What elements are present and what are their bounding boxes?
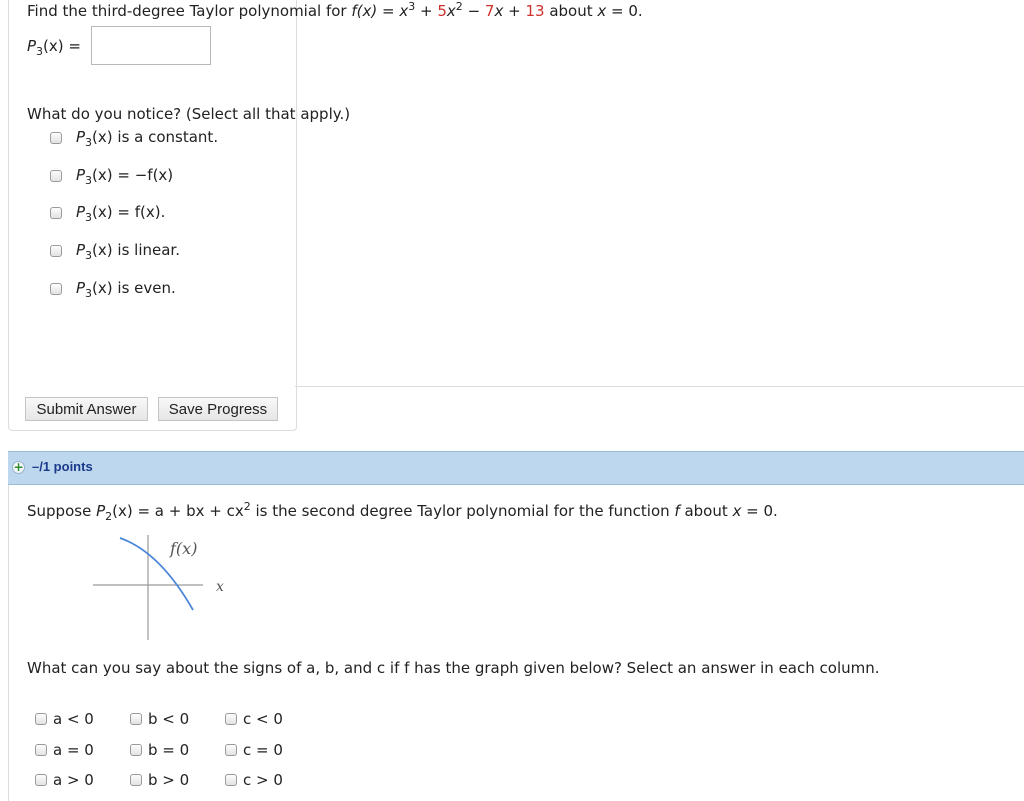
p-letter: P [76,240,86,259]
question-2-border [8,485,9,801]
checkbox[interactable] [35,713,47,725]
poly-text: (x) = a + bx + cx [112,502,244,520]
option-neg-f[interactable]: P3(x) = −f(x) [50,165,174,187]
checkbox[interactable] [50,132,62,144]
coef-5: 5 [437,2,447,20]
option-label: c < 0 [243,710,283,728]
fx-text: f(x) [351,2,378,20]
p-sub: 3 [85,210,93,224]
prompt-text: Find the third-degree Taylor polynomial … [27,2,352,20]
checkbox[interactable] [130,713,142,725]
option-label: b = 0 [148,741,190,759]
checkbox[interactable] [225,713,237,725]
checkbox[interactable] [130,744,142,756]
checkbox[interactable] [50,245,62,257]
x-term: x [597,2,607,20]
option-label: (x) = −f(x) [92,165,174,184]
points-bar: + –/1 points [8,451,1024,485]
option-label: a = 0 [53,741,94,759]
p-sub: 3 [85,173,93,187]
option-label: (x) = f(x). [92,202,166,221]
prompt-text: is the second degree Taylor polynomial f… [250,502,675,520]
option-label: c > 0 [243,771,283,789]
op: + [503,2,526,20]
p-sub: 3 [85,286,93,300]
p-letter: P [96,502,106,520]
p-letter: P [76,127,86,146]
option-even[interactable]: P3(x) is even. [50,278,176,300]
checkbox[interactable] [225,774,237,786]
p-sub: 3 [85,135,93,149]
option-label: (x) is even. [92,278,176,297]
option-label: (x) is a constant. [92,127,219,146]
p-letter: P [27,37,37,55]
points-label: –/1 points [32,459,93,474]
question-2-prompt: Suppose P2(x) = a + bx + cx2 is the seco… [27,500,778,523]
option-label: (x) is linear. [92,240,180,259]
p-rest: (x) = [43,37,81,55]
checkbox[interactable] [50,170,62,182]
eq-zero: = 0. [741,502,778,520]
plus-icon[interactable]: + [12,461,25,474]
option-a-lt[interactable]: a < 0 [35,709,94,729]
eq-text: = [377,2,400,20]
x-term: x [399,2,409,20]
submit-answer-button[interactable]: Submit Answer [25,397,148,421]
signs-question: What can you say about the signs of a, b… [27,659,880,677]
option-constant[interactable]: P3(x) is a constant. [50,127,219,149]
notice-label: What do you notice? (Select all that app… [27,105,351,123]
checkbox[interactable] [50,207,62,219]
p3-label: P3(x) = [27,37,81,58]
option-c-lt[interactable]: c < 0 [225,709,283,729]
option-linear[interactable]: P3(x) is linear. [50,240,180,262]
x-term: x [494,2,504,20]
p-letter: P [76,278,86,297]
option-c-eq[interactable]: c = 0 [225,740,283,760]
save-progress-button[interactable]: Save Progress [158,397,278,421]
p-sub: 3 [85,248,93,262]
question-1-prompt: Find the third-degree Taylor polynomial … [27,0,643,20]
option-label: b > 0 [148,771,190,789]
checkbox[interactable] [50,283,62,295]
prompt-text: Suppose [27,502,97,520]
option-label: b < 0 [148,710,190,728]
op: − [462,2,485,20]
option-b-lt[interactable]: b < 0 [130,709,189,729]
about-text: about [544,2,598,20]
option-b-eq[interactable]: b = 0 [130,740,189,760]
checkbox[interactable] [225,744,237,756]
coef-13: 13 [525,2,545,20]
option-a-gt[interactable]: a > 0 [35,770,94,790]
exp-2: 2 [455,0,463,13]
option-label: c = 0 [243,741,283,759]
option-equals-f[interactable]: P3(x) = f(x). [50,202,166,224]
option-c-gt[interactable]: c > 0 [225,770,283,790]
graph-fx-label: f(x) [169,539,197,558]
p-letter: P [76,165,86,184]
divider [295,386,1024,387]
function-graph: f(x) x [93,535,224,640]
option-label: a > 0 [53,771,94,789]
about-text: about [679,502,733,520]
option-b-gt[interactable]: b > 0 [130,770,189,790]
p-letter: P [76,202,86,221]
eq-zero: = 0. [606,2,643,20]
graph-x-label: x [216,579,224,595]
option-a-eq[interactable]: a = 0 [35,740,94,760]
op: + [415,2,438,20]
checkbox[interactable] [130,774,142,786]
option-label: a < 0 [53,710,94,728]
checkbox[interactable] [35,744,47,756]
x-term: x [446,2,456,20]
exp-2: 2 [243,500,251,513]
p3-answer-input[interactable] [91,26,211,65]
checkbox[interactable] [35,774,47,786]
p-sub: 3 [36,45,44,58]
